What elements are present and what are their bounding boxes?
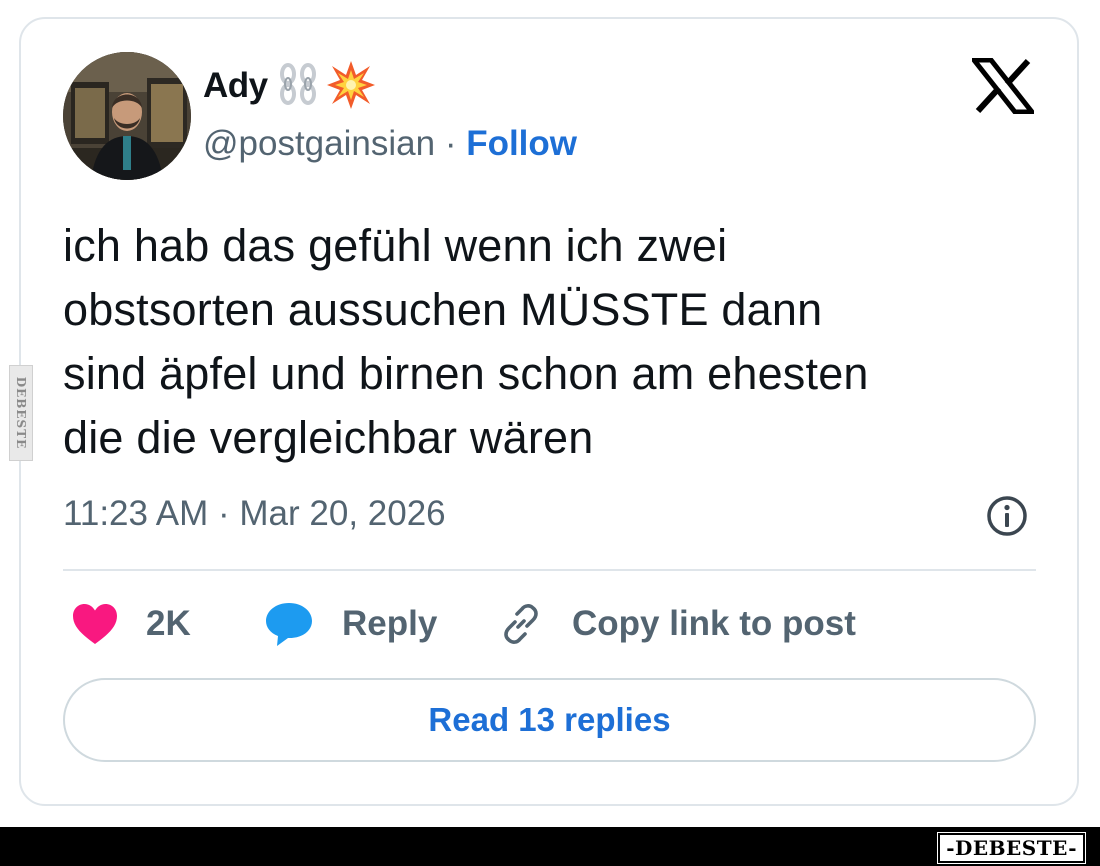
avatar-photo bbox=[63, 52, 191, 180]
tweet-line: obstsorten aussuchen MÜSSTE dann bbox=[63, 284, 823, 335]
divider bbox=[63, 569, 1036, 571]
info-icon[interactable] bbox=[985, 494, 1029, 538]
timestamp-link[interactable]: 11:23 AM · Mar 20, 2026 bbox=[63, 494, 446, 534]
tweet-line: ich hab das gefühl wenn ich zwei bbox=[63, 220, 728, 271]
author-handle[interactable]: @postgainsian bbox=[203, 124, 435, 163]
tweet-line: sind äpfel und birnen schon am ehesten bbox=[63, 348, 869, 399]
collision-emoji-icon bbox=[327, 61, 375, 109]
handle-row: @postgainsian · Follow bbox=[203, 124, 577, 164]
watermark-logo: -DEBESTE- bbox=[937, 832, 1086, 864]
read-replies-label: Read 13 replies bbox=[428, 701, 671, 738]
copy-link-button[interactable]: Copy link to post bbox=[498, 598, 856, 650]
chain-emoji-icon bbox=[280, 63, 316, 105]
like-button[interactable]: 2K bbox=[72, 598, 191, 650]
tweet-text: ich hab das gefühl wenn ich zwei obstsor… bbox=[63, 214, 1063, 470]
heart-icon bbox=[73, 604, 117, 644]
link-icon bbox=[504, 604, 538, 644]
read-replies-button[interactable]: Read 13 replies bbox=[63, 678, 1036, 762]
copy-link-label: Copy link to post bbox=[572, 604, 856, 643]
speech-bubble-icon bbox=[266, 603, 312, 646]
reply-label: Reply bbox=[342, 604, 438, 643]
author-name[interactable]: Ady bbox=[203, 66, 268, 106]
like-count: 2K bbox=[146, 604, 191, 643]
tweet-line: die die vergleichbar wären bbox=[63, 412, 594, 463]
separator-dot: · bbox=[444, 124, 467, 163]
side-watermark-text: DEBESTE bbox=[14, 376, 28, 450]
reply-button[interactable]: Reply bbox=[264, 598, 437, 650]
follow-link[interactable]: Follow bbox=[466, 124, 577, 163]
avatar[interactable] bbox=[63, 52, 191, 180]
watermark-bar: -DEBESTE- bbox=[0, 827, 1100, 866]
x-logo-icon[interactable] bbox=[972, 58, 1034, 114]
watermark-text: -DEBESTE- bbox=[946, 836, 1077, 860]
side-watermark: DEBESTE bbox=[9, 365, 33, 461]
